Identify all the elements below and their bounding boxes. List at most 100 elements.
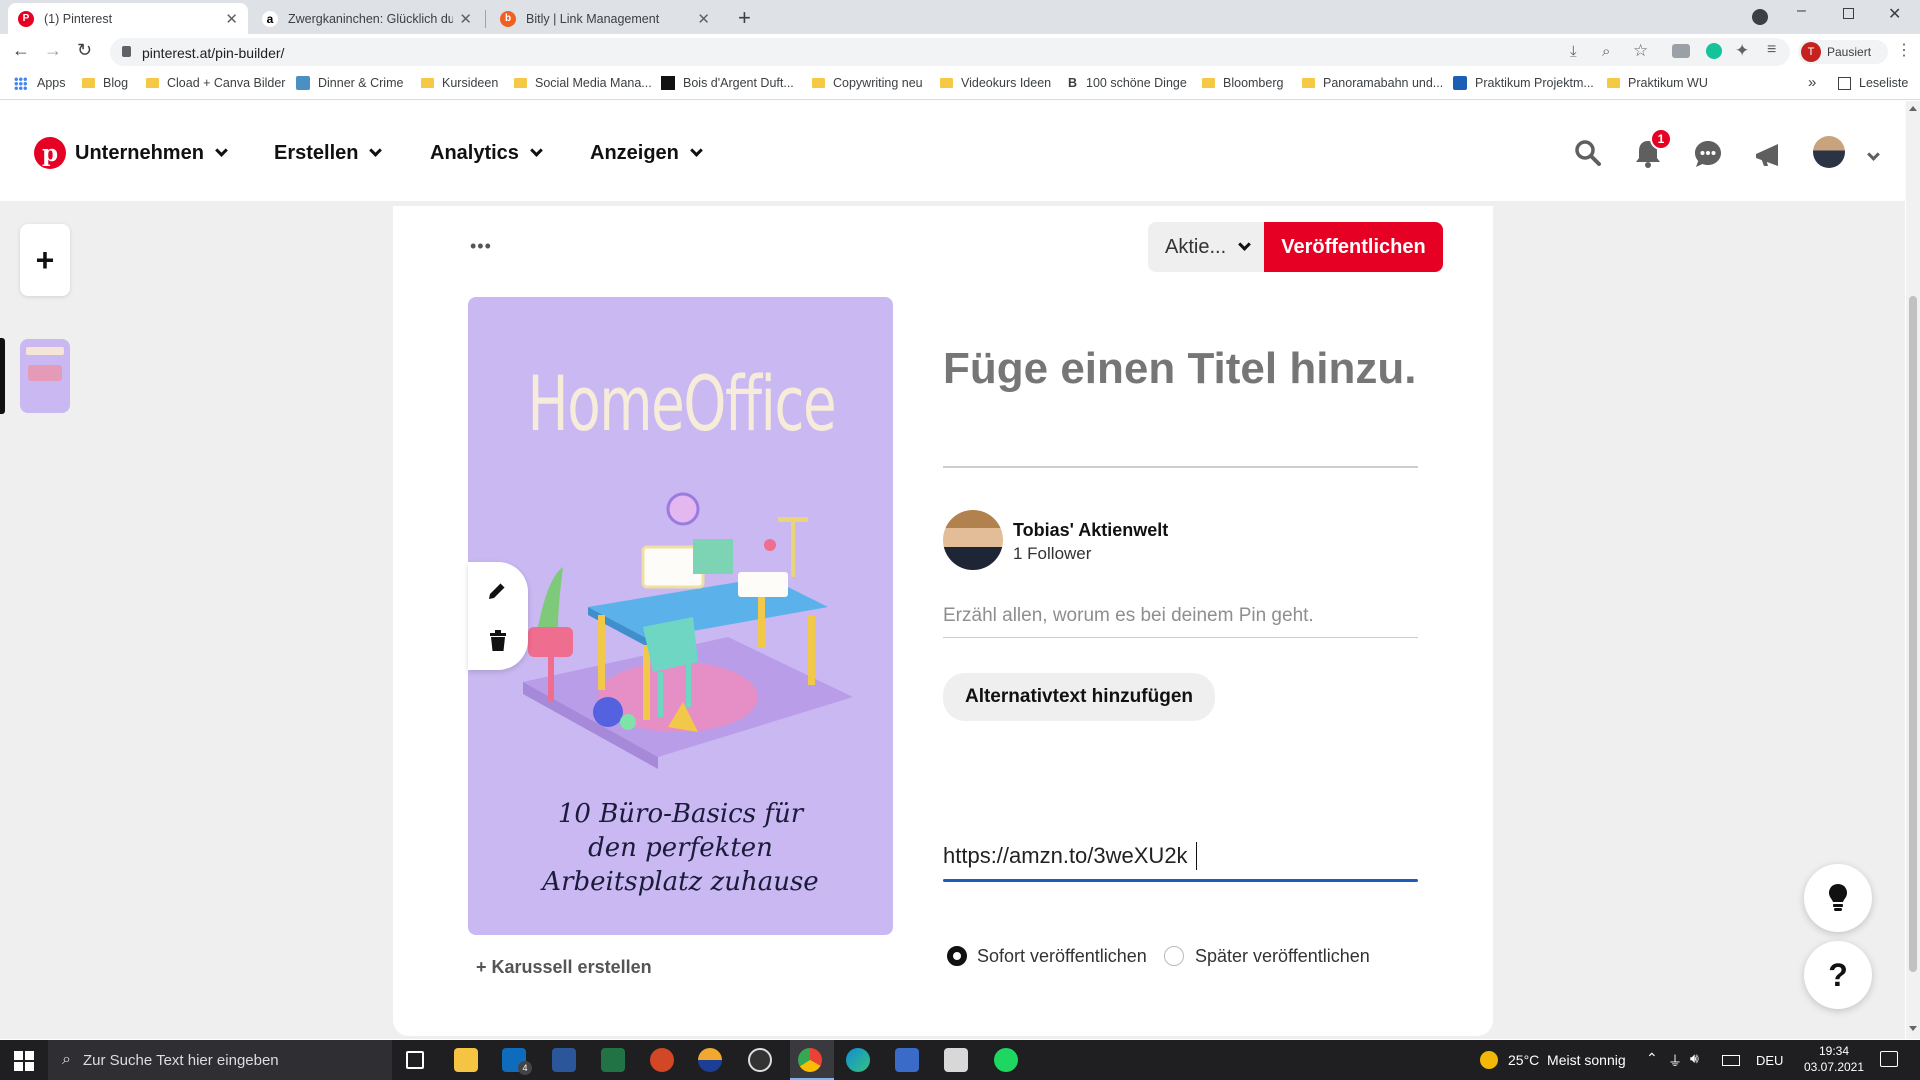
tray-chevron-icon[interactable]: ⌃ (1646, 1050, 1658, 1067)
bookmark-item[interactable]: Bois d'Argent Duft... (661, 76, 794, 90)
clock[interactable]: 19:34 03.07.2021 (1796, 1043, 1872, 1075)
bookmark-item[interactable]: Kursideen (421, 76, 498, 90)
bookmark-apps[interactable]: Apps (14, 76, 66, 90)
tab-pinterest[interactable]: P (1) Pinterest ✕ (8, 3, 248, 34)
bookmark-item[interactable]: Dinner & Crime (296, 76, 403, 90)
extensions-puzzle-icon[interactable]: ✦ (1735, 41, 1749, 61)
bookmark-star-icon[interactable]: ☆ (1633, 41, 1648, 61)
close-tab-icon[interactable]: ✕ (697, 10, 710, 28)
nav-anzeigen[interactable]: Anzeigen (590, 142, 703, 165)
profile-button[interactable]: T Pausiert (1798, 40, 1888, 64)
nav-unternehmen[interactable]: Unternehmen (75, 142, 228, 165)
url-text[interactable]: pinterest.at/pin-builder/ (142, 45, 284, 61)
destination-link-input[interactable]: https://amzn.to/3weXU2k (943, 843, 1188, 869)
tab-search-icon[interactable] (1752, 9, 1768, 25)
title-input[interactable]: Füge einen Titel hinzu. (943, 340, 1418, 398)
bookmark-item[interactable]: Videokurs Ideen (940, 76, 1051, 90)
windows-start-icon[interactable] (14, 1051, 34, 1071)
chrome-icon[interactable] (798, 1048, 822, 1072)
pin-image[interactable]: HomeOffice 10 Büro-Basics für den perfek… (468, 297, 893, 935)
scrollbar-thumb[interactable] (1909, 296, 1917, 972)
obs-icon[interactable] (748, 1048, 772, 1072)
minimize-icon[interactable]: – (1797, 2, 1806, 20)
board-select-label: Aktie... (1165, 235, 1227, 258)
nav-erstellen[interactable]: Erstellen (274, 142, 383, 165)
publish-later-radio[interactable] (1164, 946, 1184, 966)
grammarly-icon[interactable] (1706, 43, 1722, 59)
tab-zwergkaninchen[interactable]: a Zwergkaninchen: Glücklich durch ✕ (252, 3, 482, 34)
delete-trash-icon[interactable] (488, 630, 508, 652)
user-avatar[interactable] (1813, 136, 1845, 168)
close-window-icon[interactable]: ✕ (1888, 4, 1901, 24)
weather-text[interactable]: 25°C Meist sonnig (1508, 1052, 1626, 1068)
close-tab-icon[interactable]: ✕ (459, 10, 472, 28)
powerpoint-icon[interactable] (650, 1048, 674, 1072)
excel-icon[interactable] (601, 1048, 625, 1072)
publish-now-label[interactable]: Sofort veröffentlichen (977, 946, 1147, 967)
add-alt-text-button[interactable]: Alternativtext hinzufügen (943, 673, 1215, 721)
address-bar[interactable] (110, 38, 1790, 66)
install-icon[interactable]: ⤓ (1570, 43, 1577, 60)
nav-analytics[interactable]: Analytics (430, 142, 543, 165)
title-underline (943, 466, 1418, 468)
language-indicator[interactable]: DEU (1756, 1053, 1783, 1068)
bookmark-item[interactable]: Blog (82, 76, 128, 90)
new-tab-button[interactable]: + (738, 5, 751, 31)
taskbar-search-box[interactable]: ⌕ Zur Suche Text hier eingeben (48, 1040, 392, 1080)
volume-icon[interactable]: 🔊︎ (1690, 1050, 1699, 1067)
folder-icon (812, 78, 825, 88)
create-carousel-button[interactable]: + Karussell erstellen (476, 957, 652, 978)
file-explorer-icon[interactable] (454, 1048, 478, 1072)
task-view-icon[interactable] (406, 1051, 424, 1069)
messages-icon[interactable] (1693, 139, 1723, 169)
bookmark-item[interactable]: Panoramabahn und... (1302, 76, 1443, 90)
zoom-icon[interactable]: ⌕ (1602, 43, 1610, 60)
back-icon[interactable]: ← (12, 40, 30, 61)
bookmark-item[interactable]: B 100 schöne Dinge (1068, 76, 1187, 90)
bookmark-item[interactable]: Copywriting neu (812, 76, 923, 90)
draft-thumbnail[interactable] (20, 339, 70, 413)
author-name[interactable]: Tobias' Aktienwelt (1013, 520, 1168, 541)
help-button[interactable]: ? (1804, 941, 1872, 1009)
app-icon[interactable] (698, 1048, 722, 1072)
spotify-icon[interactable] (994, 1048, 1018, 1072)
board-select[interactable]: Aktie... (1148, 222, 1264, 272)
author-avatar[interactable] (943, 510, 1003, 570)
tab-bitly[interactable]: b Bitly | Link Management ✕ (490, 3, 720, 34)
scroll-down-arrow-icon[interactable] (1909, 1026, 1917, 1031)
edit-pencil-icon[interactable] (486, 580, 508, 602)
bookmark-item[interactable]: Praktikum WU (1607, 76, 1708, 90)
more-bookmarks-icon[interactable]: » (1808, 74, 1816, 91)
browser-menu-icon[interactable]: ⋮ (1896, 40, 1912, 60)
publish-now-radio[interactable] (947, 946, 967, 966)
extension-adblock-icon[interactable] (1672, 44, 1690, 58)
tips-button[interactable] (1804, 864, 1872, 932)
app-icon[interactable] (895, 1048, 919, 1072)
notification-center-icon[interactable] (1880, 1051, 1898, 1067)
edge-icon[interactable] (846, 1048, 870, 1072)
bookmark-item[interactable]: Bloomberg (1202, 76, 1283, 90)
reload-icon[interactable]: ↻ (77, 40, 92, 61)
tray-network-icon[interactable]: ⏚ (1668, 1051, 1682, 1071)
scroll-up-arrow-icon[interactable] (1909, 106, 1917, 111)
maximize-icon[interactable] (1843, 8, 1854, 19)
reading-list[interactable]: Leseliste (1838, 76, 1908, 90)
pinterest-logo-icon[interactable]: p (34, 137, 66, 169)
bookmark-item[interactable]: Praktikum Projektm... (1453, 76, 1594, 90)
more-options-icon[interactable]: ••• (470, 236, 492, 257)
keyboard-icon[interactable] (1722, 1055, 1740, 1066)
bookmark-item[interactable]: Cload + Canva Bilder (146, 76, 285, 90)
publish-button[interactable]: Veröffentlichen (1264, 222, 1443, 272)
weather-sun-icon[interactable] (1480, 1051, 1498, 1069)
publish-later-label[interactable]: Später veröffentlichen (1195, 946, 1370, 967)
bookmark-item[interactable]: Social Media Mana... (514, 76, 652, 90)
media-control-icon[interactable]: ≡ (1767, 41, 1776, 59)
description-input[interactable]: Erzähl allen, worum es bei deinem Pin ge… (943, 605, 1314, 627)
search-icon[interactable] (1574, 139, 1602, 167)
close-tab-icon[interactable]: ✕ (225, 10, 238, 28)
forward-icon[interactable]: → (44, 40, 62, 61)
megaphone-icon[interactable] (1753, 140, 1783, 168)
calculator-icon[interactable] (944, 1048, 968, 1072)
word-icon[interactable] (552, 1048, 576, 1072)
add-pin-button[interactable]: + (20, 224, 70, 296)
